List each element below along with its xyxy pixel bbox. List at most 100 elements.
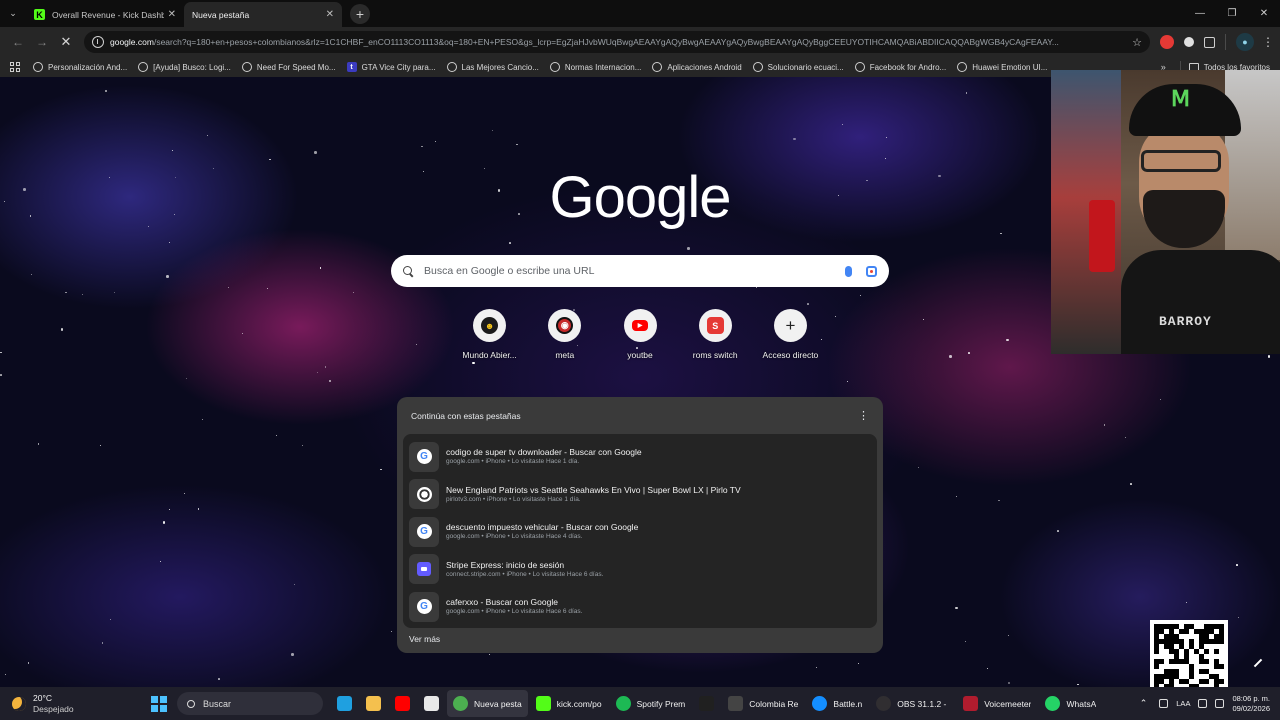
globe-icon xyxy=(446,62,457,72)
taskbar-app-obs[interactable]: OBS 31.1.2 - I xyxy=(870,690,955,717)
taskbar-app-file-explorer[interactable] xyxy=(360,690,387,717)
star-dot xyxy=(0,374,2,376)
ntp-search-box[interactable] xyxy=(391,255,889,287)
bookmark-item[interactable]: [Ayuda] Busco: Logi... xyxy=(138,62,231,72)
star-dot xyxy=(168,509,170,511)
taskbar-app-fifa[interactable]: Colombia Re xyxy=(722,690,804,717)
see-more-link[interactable]: Ver más xyxy=(403,628,877,644)
list-item[interactable]: New England Patriots vs Seattle Seahawks… xyxy=(403,476,877,514)
back-button[interactable]: ← xyxy=(6,30,30,54)
globe-icon xyxy=(138,62,149,72)
chrome-menu-icon[interactable]: ⋮ xyxy=(1262,35,1274,49)
star-dot xyxy=(847,381,849,383)
taskbar-app-voicemeeter[interactable]: Voicemeeter xyxy=(957,690,1037,717)
stop-loading-button[interactable]: ✕ xyxy=(54,30,78,54)
search-input[interactable] xyxy=(424,265,837,277)
shortcut-roms-switch[interactable]: S roms switch xyxy=(678,309,753,360)
close-icon[interactable]: ✕ xyxy=(326,9,334,20)
taskbar-app-kick[interactable]: kick.com/po xyxy=(530,690,608,717)
weather-widget[interactable]: 20°C Despejado xyxy=(0,693,140,714)
forward-button[interactable]: → xyxy=(30,30,54,54)
bookmark-item[interactable]: Las Mejores Cancio... xyxy=(446,62,539,72)
site-info-icon[interactable] xyxy=(92,36,104,48)
shortcut-add[interactable]: + Acceso directo xyxy=(753,309,828,360)
taskbar-app-edge[interactable] xyxy=(331,690,358,717)
browser-toolbar: ← → ✕ google.com/search?q=180+en+pesos+c… xyxy=(0,27,1280,57)
taskbar-app-whatsapp[interactable]: WhatsA xyxy=(1039,690,1102,717)
google-lens-icon[interactable] xyxy=(866,265,877,277)
taskbar-app-label: OBS 31.1.2 - I xyxy=(897,698,950,709)
extension-white-icon[interactable] xyxy=(1184,37,1194,47)
extension-red-icon[interactable] xyxy=(1160,35,1174,49)
tab-kick-dashboard[interactable]: K Overall Revenue - Kick Dashbo ✕ xyxy=(26,2,184,27)
bookmark-item[interactable]: Huawei Emotion UI... xyxy=(957,62,1047,72)
language-indicator[interactable]: LAA xyxy=(1176,699,1190,708)
streamer-glasses xyxy=(1141,150,1221,172)
taskbar-search-label: Buscar xyxy=(203,698,232,709)
url-host: google.com xyxy=(110,37,154,47)
taskbar-app-youtube[interactable] xyxy=(389,690,416,717)
taskbar-app-spotify[interactable]: Spotify Prem xyxy=(610,690,692,717)
more-options-icon[interactable]: ⋮ xyxy=(858,409,869,422)
taskbar-app-store[interactable] xyxy=(418,690,445,717)
clock[interactable]: 08:06 p. m. 09/02/2026 xyxy=(1232,694,1270,714)
bookmark-item[interactable]: t GTA Vice City para... xyxy=(346,62,436,72)
star-dot xyxy=(168,241,170,243)
bookmark-item[interactable]: Personalización And... xyxy=(33,62,127,72)
edge-icon xyxy=(337,696,352,711)
star-dot xyxy=(183,492,185,494)
minimize-button[interactable]: — xyxy=(1184,8,1216,19)
list-item[interactable]: G codigo de super tv downloader - Buscar… xyxy=(403,438,877,476)
chevron-up-icon[interactable]: ⌃ xyxy=(1140,698,1148,709)
list-item[interactable]: Stripe Express: inicio de sesión connect.… xyxy=(403,551,877,589)
tab-search-dropdown[interactable]: ⌄ xyxy=(0,0,26,27)
chrome-icon xyxy=(453,696,468,711)
bookmark-item[interactable]: Aplicaciones Android xyxy=(652,62,742,72)
apps-grid-icon[interactable] xyxy=(10,61,21,73)
extensions-puzzle-icon[interactable] xyxy=(1204,36,1215,48)
search-icon xyxy=(187,699,195,708)
bookmark-star-icon[interactable]: ☆ xyxy=(1132,36,1142,49)
address-bar[interactable]: google.com/search?q=180+en+pesos+colombi… xyxy=(84,31,1150,53)
star-dot xyxy=(1006,338,1009,342)
window-controls: — ❐ ✕ xyxy=(1184,0,1280,27)
url-text[interactable]: google.com/search?q=180+en+pesos+colombi… xyxy=(110,37,1126,47)
star-dot xyxy=(0,351,2,354)
restore-button[interactable]: ❐ xyxy=(1216,8,1248,19)
soccer-ball-icon xyxy=(416,486,432,502)
taskbar-search[interactable]: Buscar xyxy=(177,692,323,715)
new-tab-button[interactable]: + xyxy=(350,4,370,24)
star-dot xyxy=(166,275,169,278)
shortcut-meta[interactable]: ◉ meta xyxy=(527,309,602,360)
star-dot xyxy=(949,355,952,358)
bookmark-item[interactable]: Facebook for Andro... xyxy=(854,62,946,72)
kick-icon xyxy=(535,696,551,711)
taskbar-app-battlenet[interactable]: Battle.n xyxy=(806,690,868,717)
bookmark-item[interactable]: Normas Internacion... xyxy=(549,62,641,72)
voice-search-icon[interactable] xyxy=(845,265,852,277)
item-subtitle: google.com • iPhone • Lo visitaste Hace … xyxy=(446,533,583,540)
star-dot xyxy=(1057,530,1059,532)
shortcut-mundo-abierto[interactable]: ☻ Mundo Abier... xyxy=(452,309,527,360)
bookmark-label: [Ayuda] Busco: Logi... xyxy=(153,62,231,72)
volume-icon[interactable] xyxy=(1215,699,1225,708)
taskbar-app-label: Nueva pesta xyxy=(474,698,522,709)
tab-new-tab[interactable]: Nueva pestaña ✕ xyxy=(184,2,342,27)
shortcut-youtube[interactable]: ▶ youtbe xyxy=(602,309,677,360)
network-icon[interactable] xyxy=(1198,699,1208,708)
bookmark-label: Need For Speed Mo... xyxy=(256,62,336,72)
profile-avatar[interactable]: ● xyxy=(1236,33,1254,51)
bookmark-item[interactable]: Solucionario ecuaci... xyxy=(752,62,844,72)
taskbar-app-chrome[interactable]: Nueva pesta xyxy=(447,690,528,717)
close-icon[interactable]: ✕ xyxy=(168,9,176,20)
taskbar-app-tiktok[interactable] xyxy=(693,690,720,717)
star-dot xyxy=(1130,483,1132,485)
bookmark-label: Personalización And... xyxy=(48,62,128,72)
close-window-button[interactable]: ✕ xyxy=(1248,8,1280,19)
bookmark-item[interactable]: Need For Speed Mo... xyxy=(241,62,336,72)
microphone-icon[interactable] xyxy=(1159,699,1169,708)
list-item[interactable]: G caferxxo - Buscar con Google google.com… xyxy=(403,588,877,626)
list-item[interactable]: G descuento impuesto vehicular - Buscar … xyxy=(403,513,877,551)
windows-start-icon[interactable] xyxy=(151,695,167,712)
star-dot xyxy=(793,137,796,141)
